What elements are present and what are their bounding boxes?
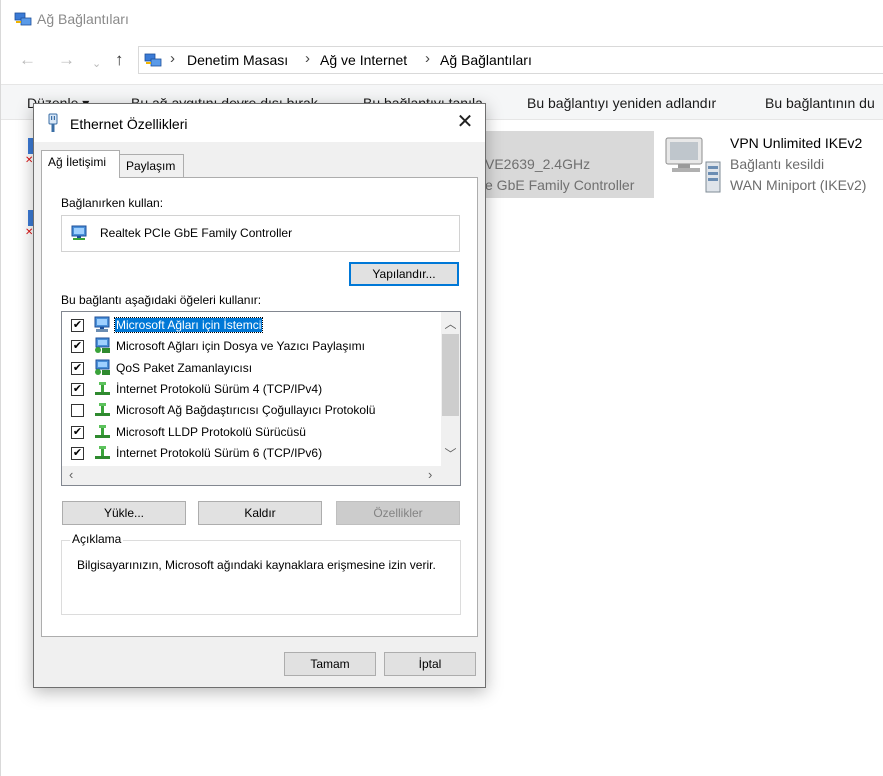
horizontal-scrollbar[interactable]: ‹ › [62, 466, 442, 485]
tab-sharing-label: Paylaşım [126, 159, 176, 173]
view-status-command[interactable]: Bu bağlantının du [765, 95, 875, 111]
dialog-title: Ethernet Özellikleri [70, 116, 188, 132]
recent-locations-chevron-icon[interactable]: ⌄ [92, 55, 101, 73]
forward-arrow-icon[interactable]: → [58, 51, 75, 69]
list-item[interactable]: Microsoft Ağ Bağdaştırıcısı Çoğullayıcı … [62, 400, 442, 421]
item-checkbox[interactable]: ✔ [71, 340, 84, 354]
install-button[interactable]: Yükle... [62, 501, 186, 525]
item-label: Microsoft LLDP Protokolü Sürücüsü [116, 424, 306, 439]
back-arrow-icon[interactable]: ← [19, 51, 36, 69]
breadcrumb-chevron-icon[interactable]: › [170, 50, 175, 67]
list-item[interactable]: ✔ Microsoft Ağları için İstemci [62, 315, 442, 336]
address-bar[interactable]: › Denetim Masası › Ağ ve Internet › Ağ B… [138, 46, 883, 74]
item-label: Microsoft Ağları için İstemci [113, 317, 264, 333]
window-title: Ağ Bağlantıları [37, 11, 129, 27]
description-title: Açıklama [70, 532, 124, 546]
network-connections-icon [144, 53, 162, 67]
scrollbar-corner [441, 466, 460, 485]
tile-ssid-text: VE2639_2.4GHz [485, 156, 591, 172]
item-checkbox[interactable]: ✔ [71, 382, 84, 396]
item-label: Microsoft Ağları için Dosya ve Yazıcı Pa… [116, 339, 365, 354]
item-label: İnternet Protokolü Sürüm 4 (TCP/IPv4) [116, 381, 323, 396]
item-checkbox[interactable]: ✔ [71, 319, 84, 332]
vpn-connection-name[interactable]: VPN Unlimited IKEv2 [730, 135, 862, 151]
dialog-titlebar: Ethernet Özellikleri ✕ [34, 104, 485, 142]
ok-button[interactable]: Tamam [284, 652, 376, 676]
scroll-up-icon[interactable]: ︿ [441, 315, 460, 332]
scroll-left-icon[interactable]: ‹ [69, 467, 73, 482]
configure-button[interactable]: Yapılandır... [349, 262, 459, 286]
service-icon [93, 359, 113, 377]
tab-networking-label: Ağ İletişimi [48, 155, 107, 169]
network-connections-icon [14, 12, 32, 26]
list-item[interactable]: ✔ Microsoft LLDP Protokolü Sürücüsü [62, 422, 442, 443]
up-arrow-icon[interactable]: ↑ [115, 51, 124, 69]
scroll-down-icon[interactable]: ﹀ [441, 445, 460, 462]
breadcrumb-chevron-icon[interactable]: › [425, 50, 430, 67]
network-adapter-icon [71, 225, 87, 240]
vertical-scrollbar[interactable]: ︿ ﹀ [441, 312, 460, 467]
vpn-connection-device: WAN Miniport (IKEv2) [730, 177, 867, 193]
connect-using-label: Bağlanırken kullan: [61, 196, 164, 210]
scrollbar-thumb[interactable] [442, 334, 459, 416]
description-group: Açıklama Bilgisayarınızın, Microsoft ağı… [61, 532, 461, 615]
list-item[interactable]: ✔ İnternet Protokolü Sürüm 6 (TCP/IPv6) [62, 443, 442, 464]
properties-button[interactable]: Özellikler [336, 501, 460, 525]
protocol-icon [93, 423, 113, 441]
service-icon [93, 337, 113, 355]
adapter-field: Realtek PCIe GbE Family Controller [61, 215, 460, 252]
breadcrumb-network-connections[interactable]: Ağ Bağlantıları [440, 52, 532, 68]
window-titlebar: Ağ Bağlantıları [1, 0, 883, 40]
item-checkbox[interactable]: ✔ [71, 361, 84, 375]
breadcrumb-control-panel[interactable]: Denetim Masası [187, 52, 288, 68]
item-label: İnternet Protokolü Sürüm 6 (TCP/IPv6) [116, 445, 323, 460]
ethernet-plug-icon [48, 113, 58, 132]
protocol-icon [93, 444, 113, 462]
components-list[interactable]: ✔ Microsoft Ağları için İstemci ✔ Microsoft… [61, 311, 461, 486]
uninstall-button[interactable]: Kaldır [198, 501, 322, 525]
list-item[interactable]: ✔ QoS Paket Zamanlayıcısı [62, 358, 442, 379]
item-checkbox[interactable]: ✔ [71, 446, 84, 460]
item-checkbox[interactable]: ✔ [71, 425, 84, 439]
tab-networking[interactable]: Ağ İletişimi [41, 150, 120, 178]
adapter-name: Realtek PCIe GbE Family Controller [100, 226, 293, 240]
tab-sharing[interactable]: Paylaşım [120, 154, 184, 178]
rename-command[interactable]: Bu bağlantıyı yeniden adlandır [527, 95, 716, 111]
list-item[interactable]: ✔ İnternet Protokolü Sürüm 4 (TCP/IPv4) [62, 379, 442, 400]
networking-tab-panel: Bağlanırken kullan: Realtek PCIe GbE Fam… [41, 177, 478, 637]
list-item[interactable]: ✔ Microsoft Ağları için Dosya ve Yazıcı P… [62, 336, 442, 357]
cancel-button[interactable]: İptal [384, 652, 476, 676]
vpn-connection-icon[interactable] [664, 134, 724, 194]
breadcrumb-chevron-icon[interactable]: › [305, 50, 310, 67]
item-checkbox[interactable] [71, 404, 84, 418]
client-icon [93, 316, 113, 334]
item-label: Microsoft Ağ Bağdaştırıcısı Çoğullayıcı … [116, 403, 376, 418]
breadcrumb-network-internet[interactable]: Ağ ve Internet [320, 52, 407, 68]
close-icon[interactable]: ✕ [451, 110, 479, 136]
vpn-connection-status: Bağlantı kesildi [730, 156, 825, 172]
item-label: QoS Paket Zamanlayıcısı [116, 360, 253, 375]
ethernet-properties-dialog: Ethernet Özellikleri ✕ Ağ İletişimi Payl… [33, 103, 486, 688]
items-label: Bu bağlantı aşağıdaki öğeleri kullanır: [61, 293, 262, 307]
description-text: Bilgisayarınızın, Microsoft ağındaki kay… [77, 558, 436, 572]
tile-device-text: e GbE Family Controller [485, 177, 635, 193]
protocol-icon [93, 401, 113, 419]
scroll-right-icon[interactable]: › [428, 467, 432, 482]
protocol-icon [93, 380, 113, 398]
